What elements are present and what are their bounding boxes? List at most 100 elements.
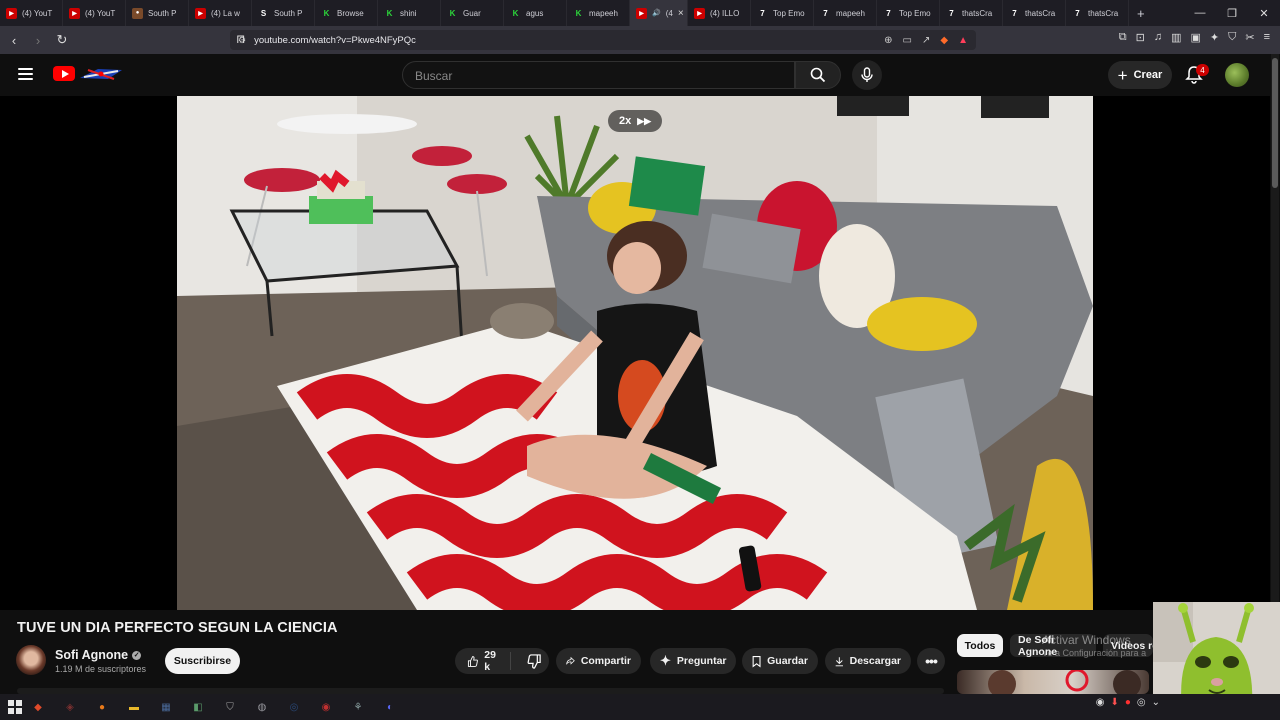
browser-tab[interactable]: ▶ 🔊 (4 × xyxy=(630,0,688,26)
vpn-app-icon[interactable]: ⛉ xyxy=(219,698,241,716)
steam-tray-icon[interactable]: ◎ xyxy=(1137,697,1146,708)
tab-favicon-icon: 7 xyxy=(1075,8,1080,18)
screenshot-icon[interactable]: ⊡ xyxy=(1136,31,1145,44)
browser-tab[interactable]: 7 thatsCra xyxy=(1003,0,1066,26)
browser-tab[interactable]: 7 mapeeh xyxy=(814,0,877,26)
create-label: Crear xyxy=(1133,69,1163,81)
zoom-icon[interactable]: ⊕ xyxy=(884,35,892,46)
save-button[interactable]: Guardar xyxy=(742,648,818,674)
explorer-app-icon[interactable]: ▬ xyxy=(123,698,145,716)
music-icon[interactable]: ♫ xyxy=(1154,31,1162,44)
url-text[interactable]: youtube.com/watch?v=Pkwe4NFyPQc xyxy=(254,35,416,46)
tab-close-icon[interactable]: × xyxy=(678,8,684,19)
subscribe-button[interactable]: Suscribirse xyxy=(165,648,240,674)
hamburger-menu-icon[interactable] xyxy=(18,68,33,80)
tab-favicon-icon: ▶ xyxy=(69,7,80,19)
recommended-video-thumbnail[interactable] xyxy=(957,670,1149,694)
video-frame[interactable] xyxy=(177,96,1093,610)
menu-icon[interactable]: ≡ xyxy=(1264,31,1270,44)
ask-button[interactable]: ✦ Preguntar xyxy=(650,648,736,674)
forward-icon[interactable]: › xyxy=(28,30,48,50)
restore-icon[interactable]: ❐ xyxy=(1216,0,1248,26)
wallet-icon[interactable]: ▣ xyxy=(1190,31,1200,44)
browser-tab[interactable]: ▶ (4) YouT xyxy=(63,0,126,26)
extension-icons: ⧉ ⊡ ♫ ▥ ▣ ✦ ⛉ ✂ ≡ xyxy=(1119,31,1270,44)
chip-all[interactable]: Todos xyxy=(957,634,1003,657)
channel-name[interactable]: Sofi Agnone xyxy=(55,648,128,662)
brave-shield-icon[interactable]: ◆ xyxy=(940,35,948,46)
channel-name-row[interactable]: Sofi Agnone ✓ xyxy=(55,648,142,662)
browser-tab[interactable]: 7 Top Emo xyxy=(877,0,940,26)
tab-audio-icon[interactable]: 🔊 xyxy=(652,9,661,17)
leo-icon[interactable]: ✦ xyxy=(1210,31,1219,44)
vpn-icon[interactable]: ⛉ xyxy=(1228,31,1236,44)
reload-icon[interactable]: ↻ xyxy=(52,30,72,50)
tray-chevron-icon[interactable]: ⌄ xyxy=(1152,697,1160,708)
discord-tray-icon[interactable]: ◉ xyxy=(1096,697,1105,708)
like-button[interactable]: 29 k xyxy=(455,649,511,673)
close-window-icon[interactable]: ✕ xyxy=(1248,0,1280,26)
back-icon[interactable]: ‹ xyxy=(4,30,24,50)
search-button[interactable] xyxy=(795,61,841,89)
browser-tab[interactable]: Kmapeeh xyxy=(567,0,630,26)
firefox-app-icon[interactable]: ● xyxy=(91,698,113,716)
browser-tab[interactable]: ▶ (4) ILLO xyxy=(688,0,751,26)
browser-tab[interactable]: 7 Top Emo xyxy=(751,0,814,26)
search-box[interactable] xyxy=(402,61,795,89)
search-input[interactable] xyxy=(415,69,775,83)
rewards-icon[interactable]: ▲ xyxy=(958,35,968,46)
notes-app-icon[interactable]: ◧ xyxy=(187,698,209,716)
steam-app-icon[interactable]: ◎ xyxy=(283,698,305,716)
browser-tab[interactable]: 7 thatsCra xyxy=(1066,0,1129,26)
tab-favicon-icon: 7 xyxy=(760,8,765,18)
share-button[interactable]: Compartir xyxy=(556,648,641,674)
media-app-icon[interactable]: ◉ xyxy=(315,698,337,716)
game-app-icon[interactable]: ◍ xyxy=(251,698,273,716)
doodle-logo[interactable] xyxy=(78,66,124,82)
browser-tab[interactable]: ● South P xyxy=(126,0,189,26)
youtube-logo-icon[interactable] xyxy=(53,66,75,81)
browser-tab[interactable]: ▶ (4) La w xyxy=(189,0,252,26)
tab-favicon-icon: ▶ xyxy=(636,7,647,19)
url-bar[interactable]: ⚙ youtube.com/watch?v=Pkwe4NFyPQc ⊕ ▭ ↗ … xyxy=(230,30,976,50)
tab-title: (4) La w xyxy=(211,8,240,18)
record-tray-icon[interactable]: ● xyxy=(1125,697,1131,708)
share-page-icon[interactable]: ↗ xyxy=(922,35,930,46)
dislike-button[interactable] xyxy=(517,653,552,669)
page-scrollbar-thumb[interactable] xyxy=(1272,58,1278,188)
discord-app-icon[interactable]: ◐ xyxy=(379,698,401,716)
more-actions-button[interactable]: ••• xyxy=(917,648,945,674)
browser-tab[interactable]: S South P xyxy=(252,0,315,26)
browser-tab[interactable]: Kshini xyxy=(378,0,441,26)
sidebar-icon[interactable]: ▥ xyxy=(1171,31,1181,44)
download-button[interactable]: Descargar xyxy=(825,648,911,674)
browser-tab[interactable]: K Guar xyxy=(441,0,504,26)
cast-icon[interactable]: ▭ xyxy=(903,35,912,46)
browser-tab[interactable]: Kagus xyxy=(504,0,567,26)
channel-avatar[interactable] xyxy=(16,645,46,675)
like-dislike-group: 29 k xyxy=(455,648,549,674)
download-tray-icon[interactable]: ⬇ xyxy=(1110,697,1118,708)
create-button[interactable]: + Crear xyxy=(1108,61,1172,89)
browser-tab[interactable]: ▶ (4) YouT xyxy=(0,0,63,26)
minimize-icon[interactable]: — xyxy=(1184,0,1216,26)
bookmark-icon[interactable]: ⊓ xyxy=(236,32,245,46)
extensions-icon[interactable]: ⧉ xyxy=(1119,31,1127,44)
tool-app-icon[interactable]: ⚘ xyxy=(347,698,369,716)
new-tab-icon[interactable]: + xyxy=(1129,6,1153,21)
windows-start-icon[interactable] xyxy=(8,700,22,714)
brave-app-icon[interactable]: ◆ xyxy=(27,698,49,716)
tab-title: shini xyxy=(400,8,417,18)
tab-title: (4) ILLO xyxy=(710,8,740,18)
tools-icon[interactable]: ✂ xyxy=(1245,31,1254,44)
browser-tab[interactable]: 7 thatsCra xyxy=(940,0,1003,26)
browser-app-icon[interactable]: ◈ xyxy=(59,698,81,716)
browser-tab[interactable]: K Browse xyxy=(315,0,378,26)
calculator-app-icon[interactable]: ▦ xyxy=(155,698,177,716)
tab-title: Top Emo xyxy=(899,8,931,18)
like-count: 29 k xyxy=(484,649,496,673)
tab-title: Top Emo xyxy=(773,8,805,18)
voice-search-button[interactable] xyxy=(852,60,882,90)
account-avatar[interactable] xyxy=(1225,63,1249,87)
tab-title: South P xyxy=(274,8,303,18)
